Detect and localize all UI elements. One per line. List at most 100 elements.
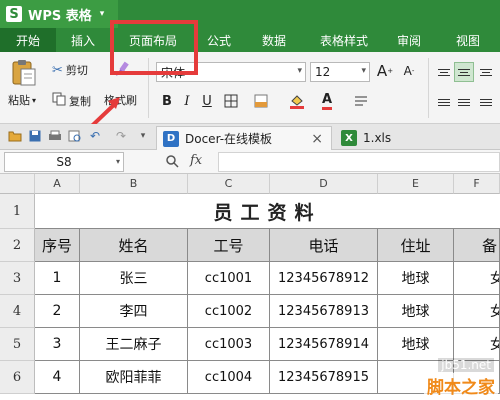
row-header[interactable]: 3 [0,262,35,295]
tab-table-style[interactable]: 表格样式 [306,28,382,52]
tab-insert[interactable]: 插入 [56,28,110,52]
table-cell[interactable]: 张三 [80,262,188,295]
shrink-font-icon: A [403,64,412,78]
table-cell[interactable]: 王二麻子 [80,328,188,361]
fill-color-button[interactable] [288,92,306,110]
paste-button[interactable]: 粘贴 ▾ [8,92,36,108]
spreadsheet-grid: A B C D E F 1 2 3 4 5 6 员工资料 序号 姓名 工号 电话… [0,174,500,400]
tab-review[interactable]: 审阅 [382,28,436,52]
table-header-cell[interactable]: 电话 [270,229,378,262]
column-header[interactable]: C [188,174,270,194]
align-right-button[interactable] [476,92,496,112]
font-color-icon: A [321,92,333,110]
italic-button[interactable]: I [178,92,196,110]
column-header[interactable]: E [378,174,454,194]
table-cell[interactable]: 地球 [378,328,454,361]
table-cell[interactable]: cc1001 [188,262,270,295]
save-icon[interactable] [28,129,42,143]
font-size-value: 12 [315,65,331,79]
zoom-icon[interactable] [165,154,179,171]
column-header[interactable]: A [35,174,80,194]
table-cell[interactable]: 2 [35,295,80,328]
scissors-icon: ✂ [52,62,63,78]
row-header[interactable]: 2 [0,229,35,262]
align-left-button[interactable] [434,92,454,112]
doc-tab-xls[interactable]: X 1.xls [335,126,500,150]
doc-tab-docer[interactable]: D Docer-在线模板 × [156,126,332,150]
table-cell[interactable]: 1 [35,262,80,295]
tab-home[interactable]: 开始 [0,28,56,52]
row-header[interactable]: 5 [0,328,35,361]
chevron-down-icon: ▾ [32,95,37,105]
table-cell[interactable]: 地球 [378,295,454,328]
table-cell[interactable]: 12345678915 [270,361,378,394]
shrink-font-button[interactable]: A- [400,62,418,80]
row-header[interactable]: 4 [0,295,35,328]
function-icon[interactable]: fx [190,153,202,168]
row-header[interactable]: 6 [0,361,35,394]
cut-label: 剪切 [65,64,88,77]
wps-logo-icon: S [6,6,22,22]
table-cell[interactable]: 女 [454,262,500,295]
formula-input[interactable] [218,152,500,172]
watermark-site: jb51.net [438,358,494,372]
align-center-button[interactable] [454,92,474,112]
print-icon[interactable] [48,129,62,143]
table-header-cell[interactable]: 序号 [35,229,80,262]
table-header-cell[interactable]: 住址 [378,229,454,262]
underline-button[interactable]: U [198,92,216,110]
table-cell[interactable]: cc1004 [188,361,270,394]
table-cell[interactable]: 4 [35,361,80,394]
tab-view[interactable]: 视图 [436,28,500,52]
border-button[interactable] [222,92,240,110]
wrap-text-icon [355,96,367,106]
table-cell[interactable]: cc1003 [188,328,270,361]
select-all-corner[interactable] [0,174,35,194]
name-box[interactable]: S8 ▾ [4,152,124,172]
table-cell[interactable]: 李四 [80,295,188,328]
cell-reference: S8 [56,155,72,169]
tab-formula[interactable]: 公式 [196,28,242,52]
table-header-cell[interactable]: 备 [454,229,500,262]
table-cell[interactable]: 12345678913 [270,295,378,328]
bold-button[interactable]: B [158,92,176,110]
column-header[interactable]: D [270,174,378,194]
sheet-title[interactable]: 员工资料 [35,194,500,229]
undo-icon[interactable]: ↶ [88,129,102,143]
align-top-left-button[interactable] [434,62,454,82]
redo-icon[interactable]: ↷ [114,129,128,143]
table-header-cell[interactable]: 姓名 [80,229,188,262]
paste-icon[interactable] [10,58,40,88]
align-top-center-button[interactable] [454,62,474,82]
app-menu-button[interactable]: S WPS 表格 ▾ [0,0,118,28]
grow-font-button[interactable]: A + [376,62,394,80]
chevron-down-icon: ▾ [99,9,105,19]
table-cell[interactable]: cc1002 [188,295,270,328]
font-color-button[interactable]: A [318,92,336,110]
table-cell[interactable]: 12345678914 [270,328,378,361]
table-cell[interactable]: 12345678912 [270,262,378,295]
folder-icon[interactable] [8,129,22,143]
wrap-text-button[interactable] [352,92,370,110]
cell-fill-icon [254,94,268,108]
print-preview-icon[interactable] [68,129,82,143]
close-icon[interactable]: × [311,131,323,147]
table-cell[interactable]: 3 [35,328,80,361]
chevron-down-icon[interactable]: ▾ [136,129,150,143]
title-bar: S WPS 表格 ▾ [0,0,500,28]
column-header[interactable]: F [454,174,500,194]
font-size-select[interactable]: 12 ▾ [310,62,370,82]
table-cell[interactable]: 女 [454,328,500,361]
table-cell[interactable]: 女 [454,295,500,328]
row-header[interactable]: 1 [0,194,35,229]
table-cell[interactable]: 地球 [378,262,454,295]
chevron-down-icon: ▾ [115,157,120,166]
table-cell[interactable]: 欧阳菲菲 [80,361,188,394]
align-top-right-button[interactable] [476,62,496,82]
table-header-cell[interactable]: 工号 [188,229,270,262]
formula-bar: S8 ▾ fx [0,150,500,174]
tab-data[interactable]: 数据 [242,28,306,52]
cell-fill-button[interactable] [252,92,270,110]
cut-button[interactable]: ✂ 剪切 [52,62,88,78]
column-header[interactable]: B [80,174,188,194]
